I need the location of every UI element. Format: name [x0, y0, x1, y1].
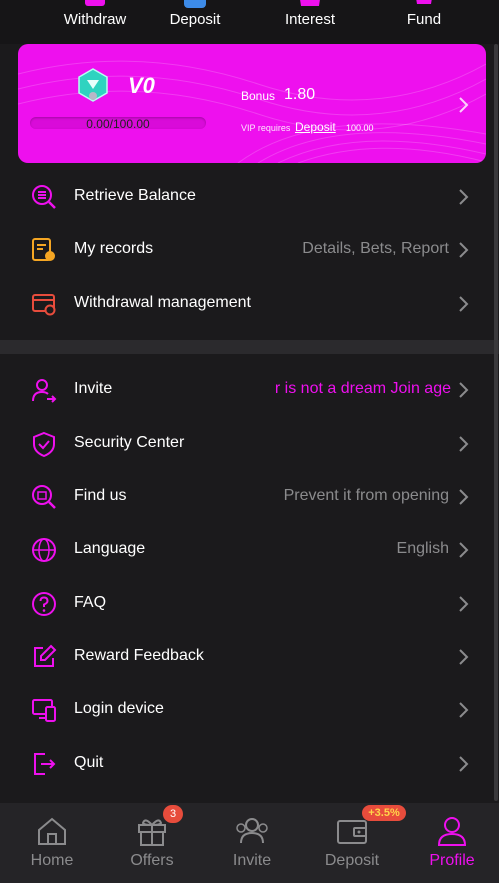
menu-label-reward-feedback: Reward Feedback: [74, 647, 204, 664]
menu-item-withdrawal-management[interactable]: Withdrawal management: [0, 277, 494, 330]
chevron-right-icon: [459, 702, 469, 718]
withdraw-icon: [85, 0, 105, 6]
find-us-icon: [32, 485, 56, 509]
menu-item-faq[interactable]: FAQ: [0, 577, 494, 630]
nav-label-deposit: Deposit: [324, 852, 380, 869]
shield-icon: [33, 431, 55, 457]
chevron-right-icon: [459, 542, 469, 558]
chevron-right-icon: [459, 382, 469, 398]
chevron-right-icon: [459, 242, 469, 258]
interest-label: Interest: [284, 11, 336, 28]
menu-label-language: Language: [74, 540, 146, 557]
menu-item-retrieve-balance[interactable]: Retrieve Balance: [0, 170, 494, 223]
menu-value-my-records: Details, Bets, Report: [302, 240, 449, 257]
withdrawal-management-icon: [32, 294, 56, 316]
withdraw-label: Withdraw: [63, 11, 127, 28]
menu-label-withdrawal-management: Withdrawal management: [74, 294, 251, 311]
chevron-right-icon: [459, 649, 469, 665]
nav-label-offers: Offers: [130, 852, 174, 869]
menu-label-invite: Invite: [74, 380, 113, 397]
menu-label-login-device: Login device: [74, 700, 164, 717]
vip-level: V0: [128, 73, 155, 98]
chevron-right-icon: [459, 596, 469, 612]
menu-item-quit[interactable]: Quit: [0, 737, 494, 790]
vip-badge-icon: [78, 68, 108, 102]
vip-deposit-link[interactable]: Deposit: [295, 120, 336, 134]
bonus-label: Bonus: [241, 89, 276, 103]
question-icon: [32, 592, 56, 616]
home-icon: [38, 817, 66, 845]
menu-item-security-center[interactable]: Security Center: [0, 417, 494, 470]
menu-item-invite[interactable]: Invite r is not a dream Join age: [0, 363, 494, 416]
menu-label-my-records: My records: [74, 240, 154, 257]
nav-invite[interactable]: Invite: [202, 803, 302, 883]
vip-requires-text: VIP requires: [241, 123, 291, 133]
globe-icon: [32, 538, 56, 562]
fund-label: Fund: [406, 11, 442, 28]
menu-item-my-records[interactable]: My records Details, Bets, Report: [0, 223, 494, 276]
withdraw-action[interactable]: Withdraw: [45, 0, 145, 44]
nav-label-home: Home: [30, 852, 74, 869]
wallet-icon: [337, 820, 367, 844]
deposit-icon: [184, 0, 206, 8]
records-icon: [32, 238, 55, 261]
menu-label-faq: FAQ: [74, 594, 107, 611]
menu-item-find-us[interactable]: Find us Prevent it from opening: [0, 470, 494, 523]
invite-icon: [32, 379, 57, 403]
menu-label-quit: Quit: [74, 754, 104, 771]
vip-card-wave-pattern: [18, 60, 486, 163]
menu-item-reward-feedback[interactable]: Reward Feedback: [0, 630, 494, 683]
fund-icon: [416, 0, 432, 4]
nav-home[interactable]: Home: [2, 803, 102, 883]
menu-value-find-us: Prevent it from opening: [283, 487, 449, 504]
menu-label-security-center: Security Center: [74, 434, 185, 451]
logout-icon: [34, 753, 56, 775]
menu-item-login-device[interactable]: Login device: [0, 683, 494, 736]
invite-marquee: r is not a dream Join age: [276, 380, 451, 402]
chevron-right-icon: [459, 436, 469, 452]
invite-marquee-text: r is not a dream Join age: [276, 380, 451, 397]
device-icon: [32, 699, 56, 722]
section-divider: [0, 340, 499, 354]
bottom-nav: Home Offers Invite Deposit Profile: [0, 803, 499, 883]
deposit-label: Deposit: [169, 11, 221, 28]
edit-icon: [34, 644, 57, 667]
bonus-value: 1.80: [284, 86, 316, 103]
menu-item-language[interactable]: Language English: [0, 523, 494, 576]
vip-card[interactable]: [18, 44, 486, 163]
nav-label-profile: Profile: [429, 852, 475, 869]
menu-value-language: English: [396, 540, 449, 557]
deposit-action[interactable]: Deposit: [145, 0, 245, 44]
interest-action[interactable]: Interest: [260, 0, 360, 44]
chevron-right-icon: [459, 97, 469, 113]
nav-label-invite: Invite: [232, 852, 272, 869]
menu-label-retrieve-balance: Retrieve Balance: [74, 187, 196, 204]
retrieve-balance-icon: [32, 185, 56, 209]
people-icon: [236, 818, 268, 844]
menu-label-find-us: Find us: [74, 487, 127, 504]
fund-action[interactable]: Fund: [374, 0, 474, 44]
deposit-promo-badge: +3.5%: [362, 805, 406, 821]
chevron-right-icon: [459, 189, 469, 205]
nav-offers[interactable]: Offers: [102, 803, 202, 883]
vip-progress-text: 0.00/100.00: [86, 117, 150, 131]
vip-requires-amount: 100.00: [346, 123, 374, 133]
profile-icon: [437, 817, 467, 846]
offers-badge: 3: [163, 805, 183, 823]
nav-profile[interactable]: Profile: [402, 803, 499, 883]
gift-icon: [138, 819, 166, 846]
top-action-bar: Withdraw Deposit Interest Fund: [0, 0, 499, 44]
chevron-right-icon: [459, 489, 469, 505]
interest-icon: [300, 0, 320, 6]
chevron-right-icon: [459, 296, 469, 312]
scrollbar[interactable]: [494, 44, 498, 801]
chevron-right-icon: [459, 756, 469, 772]
